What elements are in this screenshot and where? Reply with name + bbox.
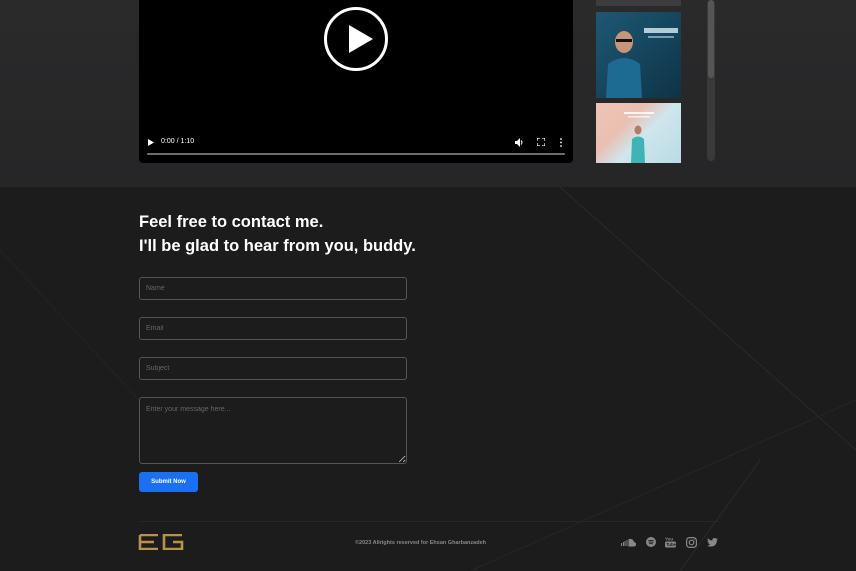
album-cover-art: [606, 28, 678, 98]
contact-heading-line2: I'll be glad to hear from you, buddy.: [139, 237, 416, 255]
message-textarea[interactable]: [139, 397, 407, 464]
fullscreen-icon[interactable]: [537, 138, 545, 146]
more-options-icon[interactable]: [559, 138, 563, 147]
play-icon: [349, 25, 373, 53]
play-icon[interactable]: [148, 139, 154, 146]
twitter-icon[interactable]: [707, 536, 718, 548]
playlist-scrollbar[interactable]: [707, 0, 715, 161]
cover-art: [624, 112, 654, 163]
logo-mark: [138, 533, 184, 551]
footer-divider: [139, 521, 719, 522]
video-time: 0:00 / 1:10: [161, 138, 195, 145]
thumbnail-partial[interactable]: [596, 0, 681, 6]
submit-button[interactable]: Submit Now: [139, 472, 198, 492]
thumbnail-cover-2[interactable]: [596, 103, 681, 163]
copyright-text: ©2023 Allrights reserved for Ehsan Gharb…: [355, 540, 487, 546]
contact-heading-line1: Feel free to contact me.: [139, 213, 324, 231]
thumbnail-album-cover[interactable]: [596, 12, 681, 98]
video-controls: 0:00 / 1:10: [139, 134, 573, 158]
email-input[interactable]: [139, 317, 407, 340]
youtube-icon[interactable]: You Tube: [665, 536, 676, 548]
name-input[interactable]: [139, 277, 407, 300]
spotify-icon[interactable]: [646, 536, 656, 548]
subject-input[interactable]: [139, 357, 407, 380]
volume-icon[interactable]: [515, 138, 524, 147]
video-progress-bar[interactable]: [147, 153, 565, 155]
big-play-button[interactable]: [324, 7, 388, 71]
svg-text:Tube: Tube: [666, 542, 676, 547]
svg-text:You: You: [665, 537, 673, 542]
instagram-icon[interactable]: [686, 536, 697, 548]
playlist-thumbnails: [596, 0, 682, 164]
soundcloud-icon[interactable]: [620, 536, 636, 548]
scrollbar-thumb[interactable]: [708, 0, 714, 78]
contact-heading: Feel free to contact me. I'll be glad to…: [139, 210, 416, 258]
eg-logo[interactable]: EG: [138, 533, 184, 555]
